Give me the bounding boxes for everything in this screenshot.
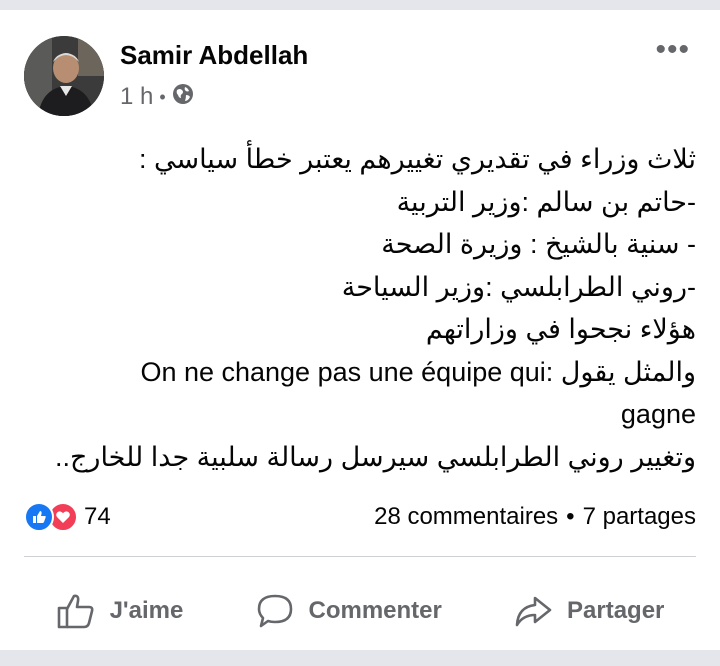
post-text: ثلاث وزراء في تقديري تغييرهم يعتبر خطأ س… bbox=[40, 138, 696, 478]
meta-separator: • bbox=[159, 86, 166, 107]
share-button[interactable]: Partager bbox=[513, 592, 664, 630]
divider bbox=[24, 556, 696, 557]
shares-count-link[interactable]: 7 partages bbox=[583, 503, 696, 531]
thumbs-up-icon bbox=[56, 592, 96, 630]
like-button[interactable]: J'aime bbox=[56, 592, 184, 630]
post-card: Samir Abdellah 1 h • ••• ثلاث وزراء في ت… bbox=[0, 10, 720, 650]
share-icon bbox=[513, 592, 553, 630]
post-line-6: والمثل يقول :On ne change pas une équipe… bbox=[140, 356, 696, 387]
reaction-count: 74 bbox=[84, 503, 111, 530]
post-line-8: وتغيير روني الطرابلسي سيرسل رسالة سلبية … bbox=[54, 441, 696, 472]
avatar[interactable] bbox=[24, 36, 104, 116]
post-line-1: ثلاث وزراء في تقديري تغييرهم يعتبر خطأ س… bbox=[138, 144, 696, 174]
share-label: Partager bbox=[567, 597, 665, 624]
post-line-7: gagne bbox=[620, 399, 696, 429]
comment-button[interactable]: Commenter bbox=[255, 592, 442, 630]
post-stats: 28 commentaires • 7 partages bbox=[374, 500, 696, 534]
post-line-4: -روني الطرابلسي :وزير السياحة bbox=[341, 271, 696, 302]
like-icon bbox=[24, 502, 54, 532]
like-label: J'aime bbox=[109, 597, 184, 624]
comments-count-link[interactable]: 28 commentaires bbox=[374, 503, 558, 531]
post-line-3: - سنية بالشيخ : وزيرة الصحة bbox=[381, 229, 696, 259]
post-line-5: هؤلاء نجحوا في وزاراتهم bbox=[425, 314, 696, 344]
post-line-2: -حاتم بن سالم :وزير التربية bbox=[396, 186, 696, 217]
author-name[interactable]: Samir Abdellah bbox=[120, 40, 308, 71]
post-time[interactable]: 1 h bbox=[120, 83, 153, 111]
stats-separator: • bbox=[566, 503, 575, 530]
post-meta: 1 h • bbox=[120, 82, 194, 112]
globe-icon[interactable] bbox=[172, 83, 194, 112]
comment-icon bbox=[255, 592, 295, 630]
action-bar: J'aime Commenter Partager bbox=[0, 576, 720, 646]
reactions-summary[interactable]: 74 bbox=[24, 500, 111, 534]
comment-label: Commenter bbox=[308, 597, 442, 624]
more-options-icon[interactable]: ••• bbox=[655, 35, 690, 65]
